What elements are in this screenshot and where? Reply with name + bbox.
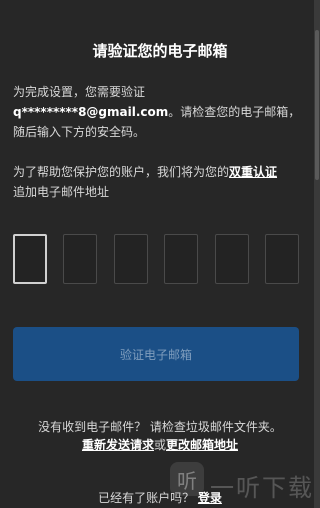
- protect-prefix: 为了帮助您保护您的账户，我们将为您的: [13, 165, 230, 179]
- watermark-logo-icon: 听: [170, 462, 204, 496]
- code-input-5[interactable]: [214, 234, 249, 284]
- code-input-6[interactable]: [264, 234, 299, 284]
- watermark-text: 一听下载: [210, 474, 314, 502]
- resend-actions: 重新发送请求或更改邮箱地址: [0, 436, 320, 454]
- code-input-1[interactable]: [13, 234, 47, 284]
- watermark-logo-char: 听: [177, 468, 197, 493]
- masked-email: q*********8@gmail.com: [13, 105, 169, 119]
- code-input-2[interactable]: [63, 234, 98, 284]
- protect-suffix: 追加电子邮件地址: [13, 185, 110, 199]
- security-code-inputs: [13, 234, 299, 288]
- intro-prefix: 为完成设置，您需要验证: [13, 85, 146, 99]
- code-input-4[interactable]: [164, 234, 199, 284]
- resend-request-link[interactable]: 重新发送请求: [82, 438, 154, 452]
- intro-text: 为完成设置，您需要验证 q*********8@gmail.com。请检查您的电…: [13, 82, 306, 142]
- two-factor-link[interactable]: 双重认证: [229, 165, 277, 179]
- change-email-link[interactable]: 更改邮箱地址: [166, 438, 238, 452]
- or-text: 或: [153, 438, 166, 452]
- no-receive-text: 没有收到电子邮件？ 请检查垃圾邮件文件夹。: [38, 420, 282, 434]
- code-input-3[interactable]: [113, 234, 148, 284]
- protect-text: 为了帮助您保护您的账户，我们将为您的双重认证 追加电子邮件地址: [13, 162, 306, 202]
- verify-email-button[interactable]: 验证电子邮箱: [13, 327, 299, 381]
- page-title: 请验证您的电子邮箱: [92, 42, 228, 60]
